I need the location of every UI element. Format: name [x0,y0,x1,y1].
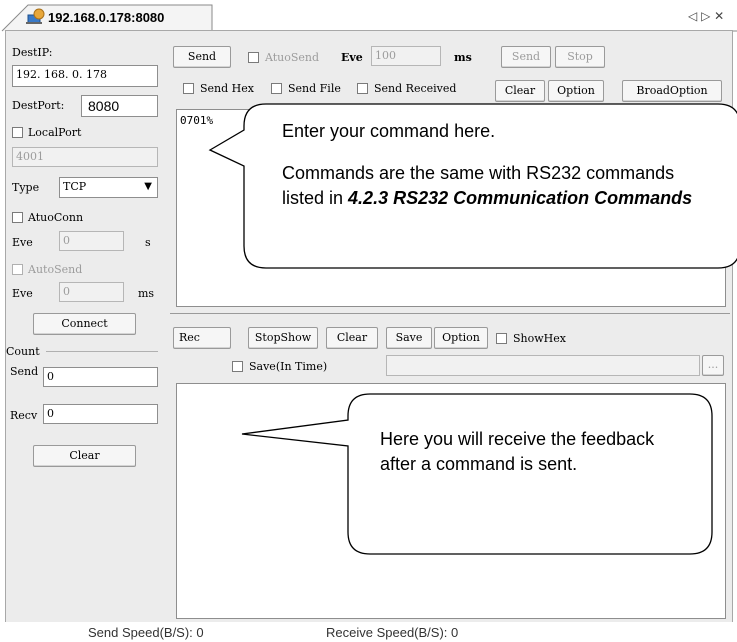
status-bar: Send Speed(B/S): 0 Receive Speed(B/S): 0 [0,622,737,642]
top-callout-line1: Enter your command here. [282,121,496,141]
callout-bubbles [208,103,737,555]
top-callout-body: Commands are the same with RS232 command… [282,161,702,211]
send-speed-status: Send Speed(B/S): 0 [88,625,204,640]
top-callout-reference: 4.2.3 RS232 Communication Commands [348,188,693,208]
receive-speed-status: Receive Speed(B/S): 0 [326,625,459,640]
bottom-callout-text: Here you will receive the feedback after… [380,429,655,474]
